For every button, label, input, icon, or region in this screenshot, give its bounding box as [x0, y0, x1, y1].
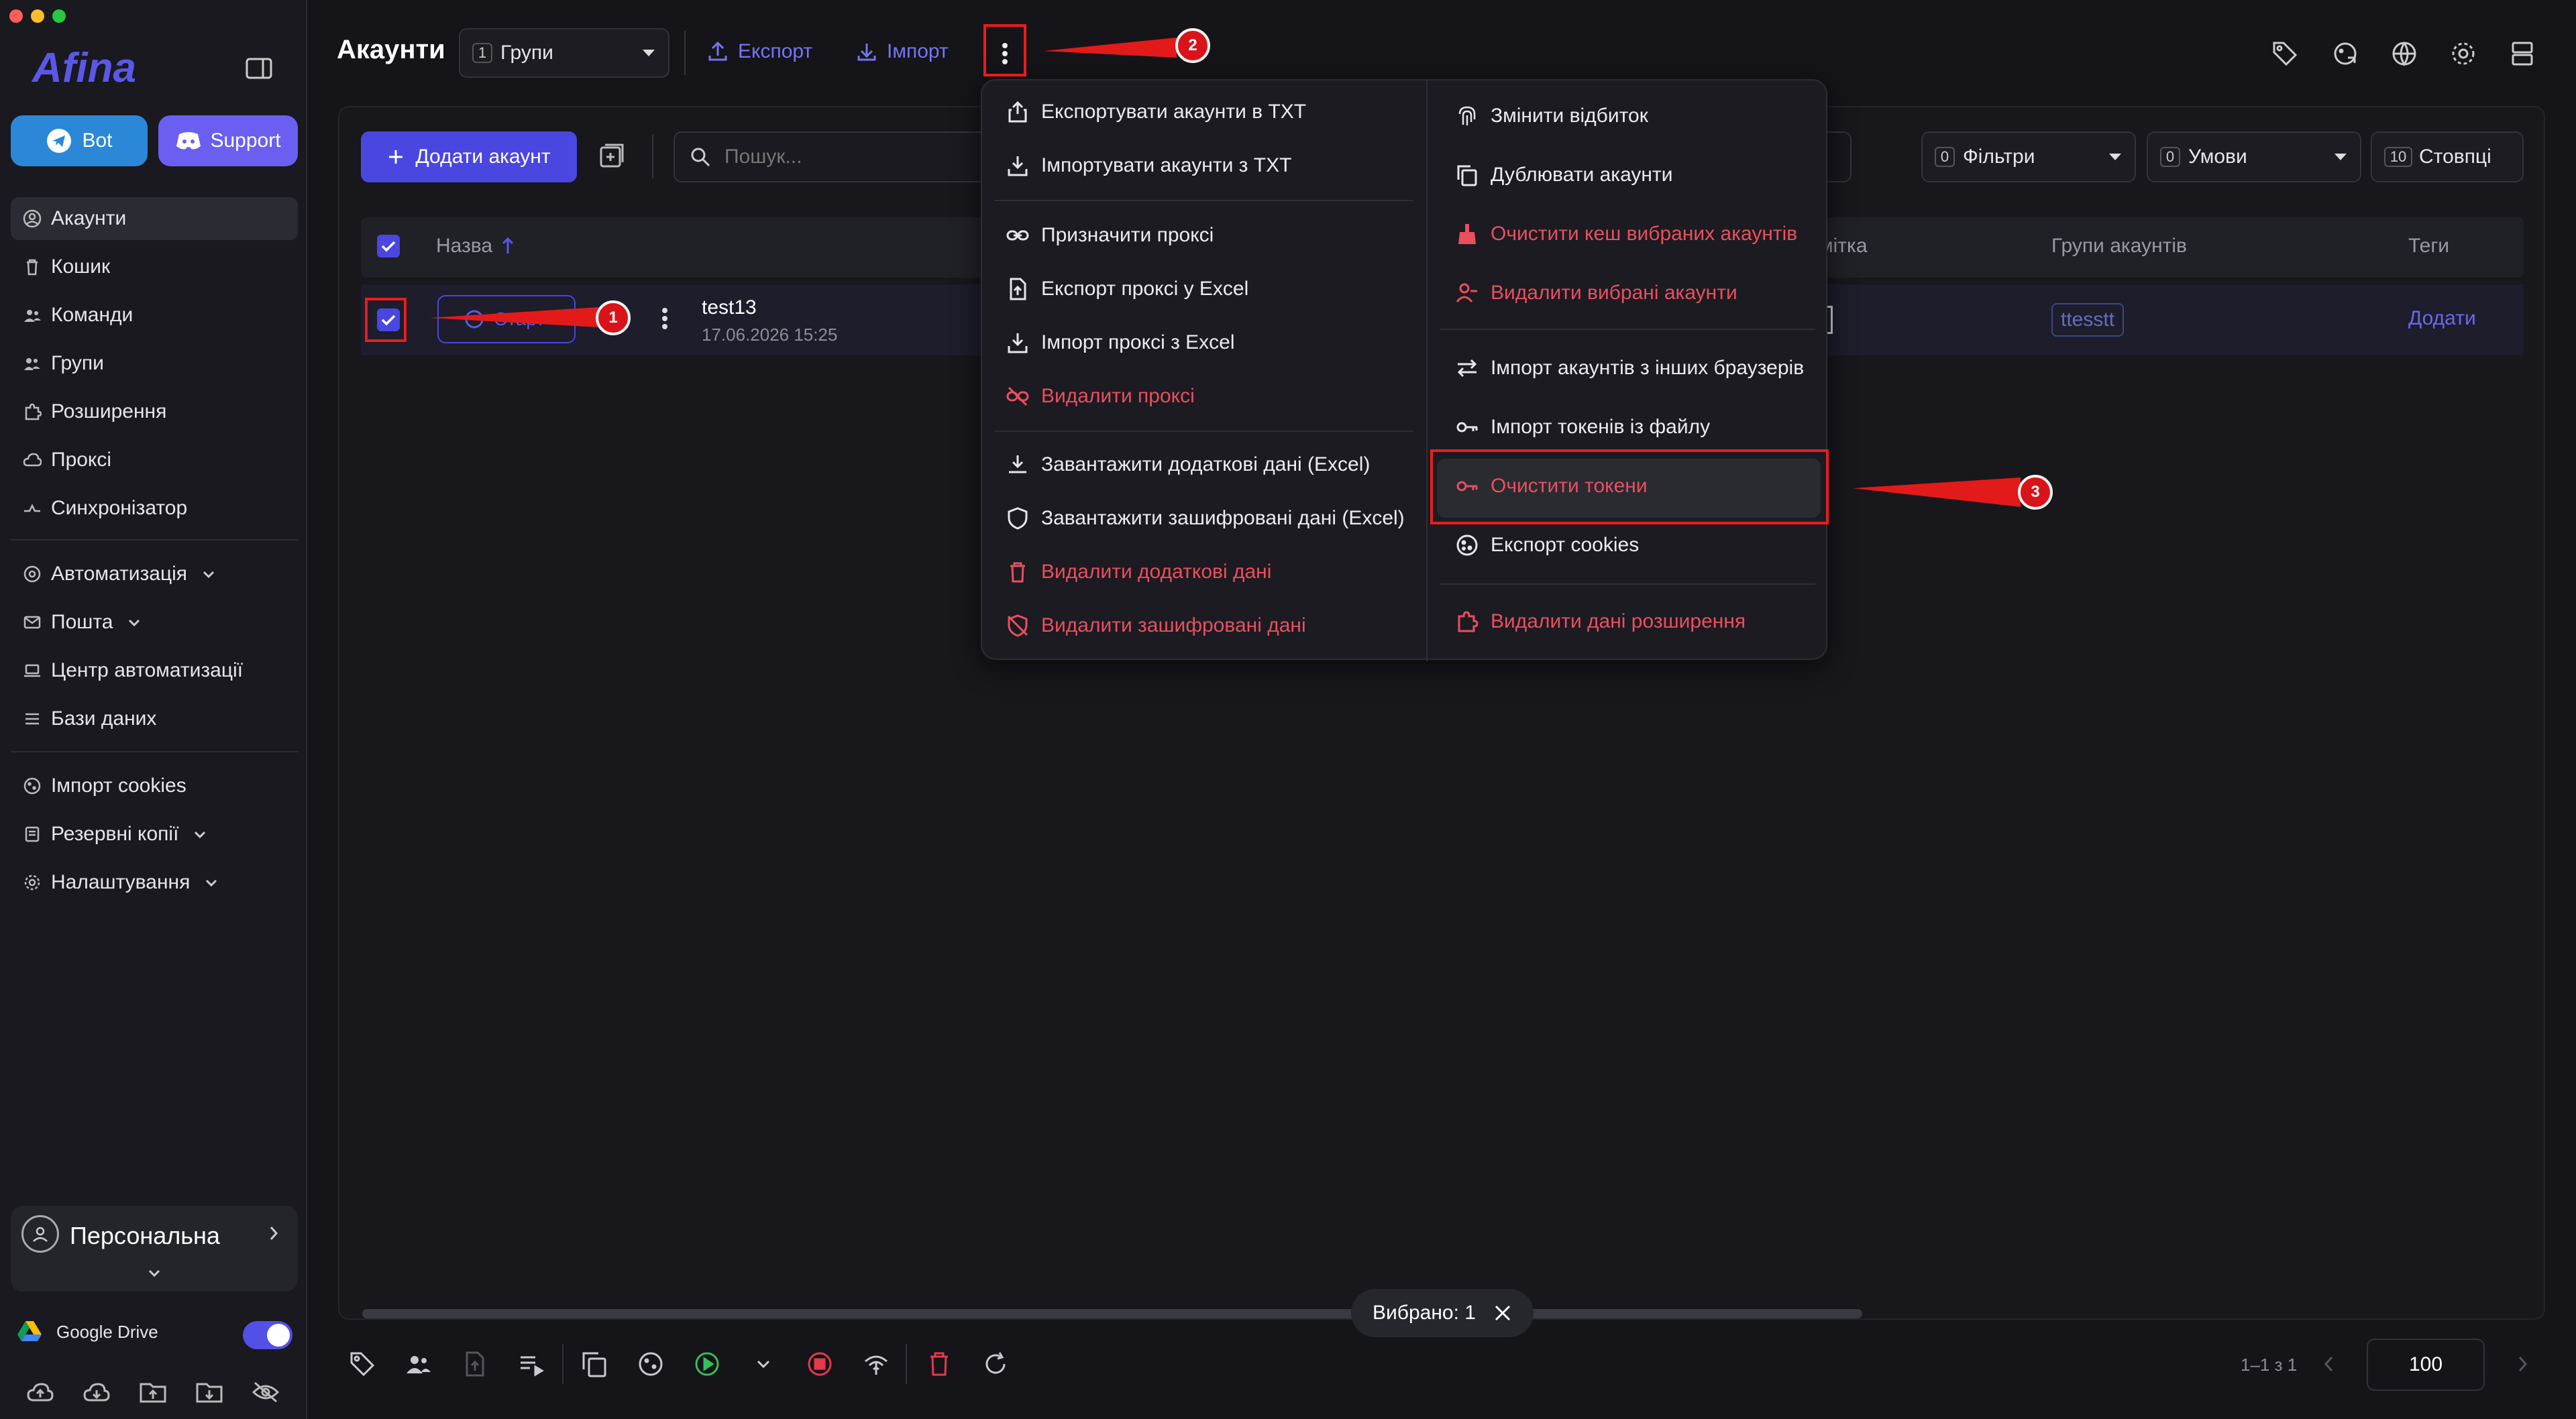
chevron-left-icon[interactable]: [2321, 1353, 2337, 1375]
close-icon[interactable]: [1493, 1304, 1512, 1322]
cookie-icon[interactable]: [637, 1351, 664, 1377]
refresh-icon[interactable]: [982, 1351, 1009, 1377]
annotation-arrows: [429, 38, 2021, 507]
play-circle-icon[interactable]: [694, 1351, 720, 1377]
chevron-right-icon[interactable]: [2514, 1353, 2530, 1375]
annotation-badge-3: 3: [2018, 475, 2053, 510]
annotation-badge-2: 2: [1175, 28, 1210, 63]
wifi-off-icon[interactable]: [863, 1351, 890, 1377]
page-size-input[interactable]: 100: [2367, 1339, 2485, 1391]
pagination-info: 1–1 з 1: [2241, 1355, 2298, 1375]
file-export-icon: [462, 1351, 488, 1377]
tag-icon[interactable]: [349, 1351, 376, 1377]
annotation-arrow-2: [1044, 38, 1177, 58]
annotation-arrow-1: [429, 307, 598, 327]
selected-count-label: Вибрано: 1: [1373, 1302, 1476, 1324]
bottom-divider: [906, 1344, 907, 1384]
playlist-icon[interactable]: [518, 1351, 545, 1377]
selection-toast: Вибрано: 1: [1351, 1289, 1534, 1337]
bottom-divider: [562, 1344, 564, 1384]
annotation-badge-1: 1: [596, 300, 631, 335]
chevron-down-icon[interactable]: [750, 1351, 777, 1377]
annotation-arrow-3: [1853, 477, 2021, 507]
stop-circle-icon[interactable]: [806, 1351, 833, 1377]
copy-icon[interactable]: [581, 1351, 608, 1377]
trash-icon[interactable]: [926, 1351, 953, 1377]
horizontal-scrollbar[interactable]: [362, 1309, 1862, 1318]
team-icon[interactable]: [405, 1351, 432, 1377]
